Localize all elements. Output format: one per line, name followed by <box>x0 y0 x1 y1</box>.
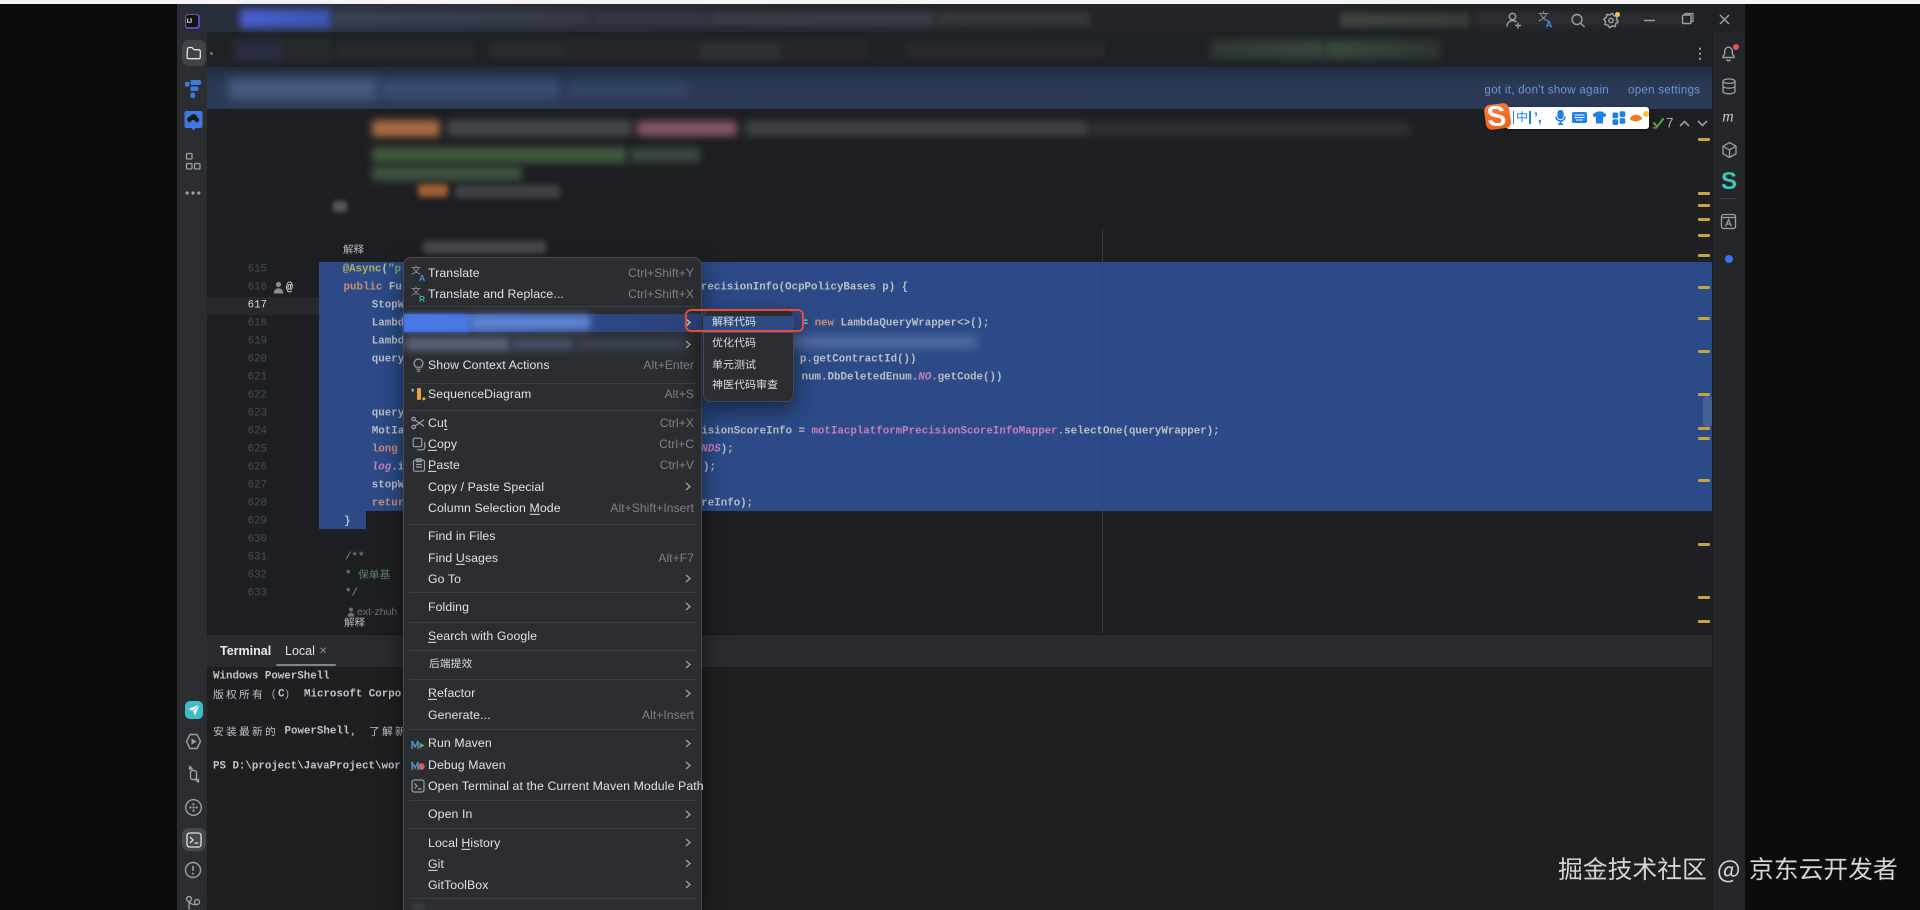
svg-text:*: * <box>411 387 415 397</box>
